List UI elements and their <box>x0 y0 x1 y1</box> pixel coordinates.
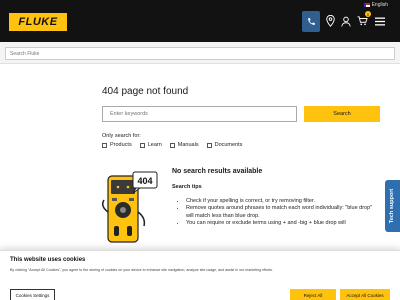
tip-item: You can require or exclude terms using +… <box>186 220 380 227</box>
account-button[interactable] <box>340 14 352 28</box>
site-search-input[interactable] <box>5 47 395 60</box>
checkbox[interactable] <box>139 142 145 148</box>
site-header: FLUKE English 0 <box>0 0 400 42</box>
location-button[interactable] <box>324 14 336 28</box>
filter-label: Manuals <box>177 142 199 148</box>
cart-button[interactable]: 0 <box>356 11 371 28</box>
phone-button[interactable] <box>302 11 320 32</box>
keyword-search-input[interactable] <box>102 106 297 122</box>
cart-count-badge: 0 <box>365 11 371 17</box>
checkbox[interactable] <box>102 142 107 148</box>
search-tips-heading: Search tips <box>172 184 202 190</box>
us-flag-icon <box>363 3 370 7</box>
logo-text: FLUKE <box>18 16 58 28</box>
search-button[interactable]: Search <box>304 106 380 122</box>
language-label: English <box>371 2 388 8</box>
multimeter-illustration: 404 <box>101 171 158 243</box>
hamburger-menu-icon <box>375 17 385 25</box>
filter-products[interactable]: Products <box>102 142 132 148</box>
site-search-bar <box>0 42 400 64</box>
filter-manuals[interactable]: Manuals <box>169 142 199 148</box>
cookie-banner-text: By clicking "Accept All Cookies", you ag… <box>10 268 273 272</box>
checkbox[interactable] <box>169 142 175 148</box>
fluke-logo[interactable]: FLUKE <box>9 13 67 31</box>
tip-item: Remove quotes around phrases to match ea… <box>186 205 380 220</box>
language-selector[interactable]: English <box>363 2 388 8</box>
user-icon <box>341 16 351 27</box>
checkbox[interactable] <box>206 142 212 148</box>
phone-icon <box>307 18 315 25</box>
filter-label: Products <box>110 142 132 148</box>
page-title: 404 page not found <box>102 86 189 97</box>
only-search-label: Only search for: <box>102 133 141 139</box>
cookie-banner: This website uses cookies By clicking "A… <box>0 250 400 300</box>
filter-label: Documents <box>214 142 243 148</box>
filter-documents[interactable]: Documents <box>206 142 243 148</box>
cart-icon <box>357 16 368 26</box>
tech-support-tab[interactable]: Tech support <box>385 180 400 232</box>
filter-label: Learn <box>147 142 162 148</box>
tip-item: Check if your spelling is correct, or tr… <box>186 198 380 205</box>
menu-button[interactable] <box>374 14 386 28</box>
location-pin-icon <box>325 15 335 27</box>
filter-learn[interactable]: Learn <box>139 142 162 148</box>
display-404-text: 404 <box>137 176 152 186</box>
accept-all-cookies-button[interactable]: Accept All Cookies <box>340 289 390 300</box>
tech-support-label: Tech support <box>389 188 396 224</box>
reject-all-button[interactable]: Reject All <box>290 289 336 300</box>
cookie-settings-button[interactable]: Cookies Settings <box>10 289 55 300</box>
no-results-heading: No search results available <box>172 168 263 175</box>
search-tips-list: Check if your spelling is correct, or tr… <box>180 198 380 227</box>
cookie-banner-title: This website uses cookies <box>10 257 86 263</box>
search-filters: Products Learn Manuals Documents <box>102 142 242 148</box>
